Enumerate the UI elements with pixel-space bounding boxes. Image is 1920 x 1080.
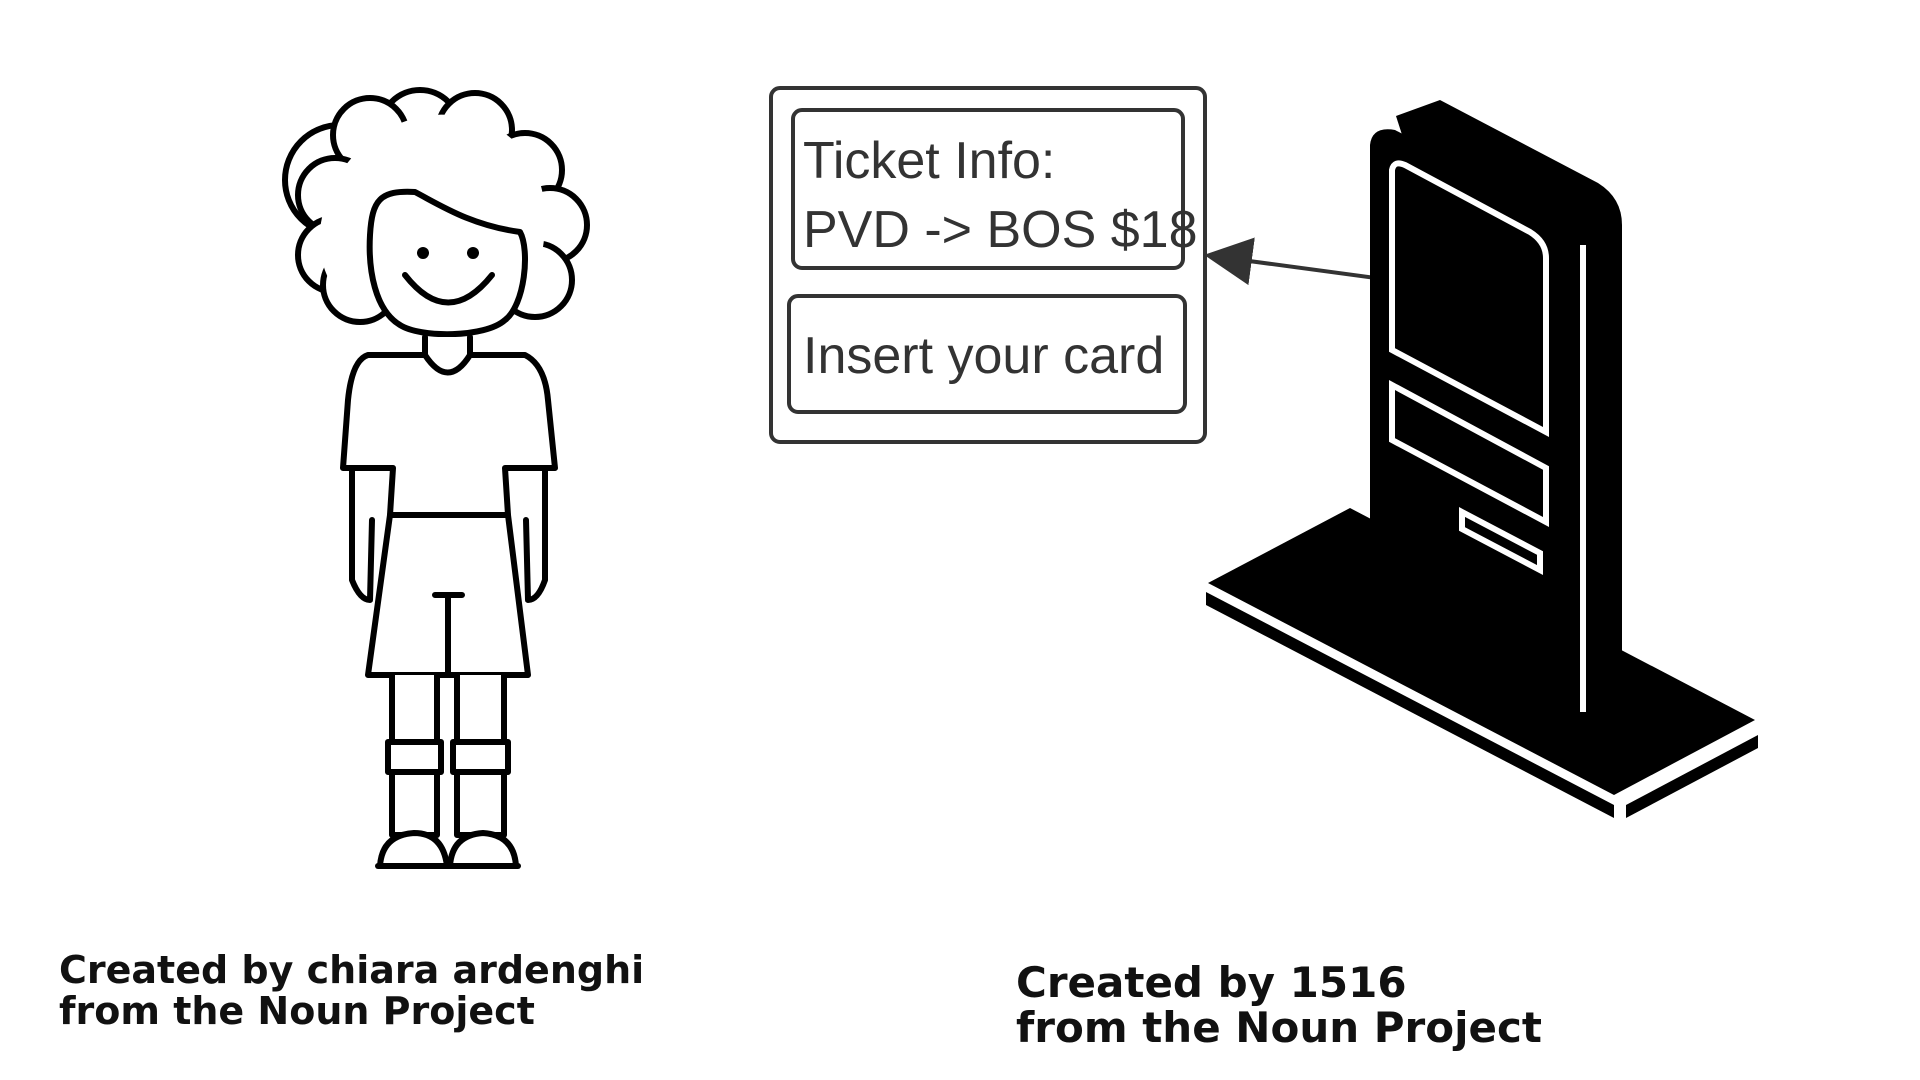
credit-kiosk-line1: Created by 1516: [1016, 958, 1407, 1007]
right-eye: [467, 247, 479, 259]
ticket-kiosk-icon: [1206, 100, 1758, 818]
left-sock-band: [385, 739, 444, 775]
right-sock-band: [450, 739, 511, 775]
diagram-canvas: Ticket Info: PVD -> BOS $18 Insert your …: [0, 0, 1920, 1080]
ticket-info-heading: Ticket Info:: [803, 132, 1055, 190]
credit-person-line1: Created by chiara ardenghi: [59, 948, 645, 992]
left-eye: [417, 247, 429, 259]
left-arm: [349, 465, 375, 603]
shirt: [340, 352, 558, 518]
credit-kiosk-line2: from the Noun Project: [1016, 1003, 1542, 1052]
credit-person-icon: Created by chiara ardenghi from the Noun…: [59, 950, 644, 1032]
credit-kiosk-icon: Created by 1516 from the Noun Project: [1016, 960, 1542, 1050]
right-arm: [523, 465, 548, 603]
person-icon: [282, 87, 590, 869]
diagram-svg: Ticket Info: PVD -> BOS $18 Insert your …: [282, 86, 1758, 869]
insert-card-label: Insert your card: [803, 327, 1164, 385]
screen-popup: Ticket Info: PVD -> BOS $18 Insert your …: [769, 86, 1207, 444]
right-shoe: [447, 830, 519, 869]
ticket-route-price: PVD -> BOS $18: [803, 201, 1198, 259]
left-shoe: [377, 830, 450, 869]
credit-person-line2: from the Noun Project: [59, 989, 535, 1033]
